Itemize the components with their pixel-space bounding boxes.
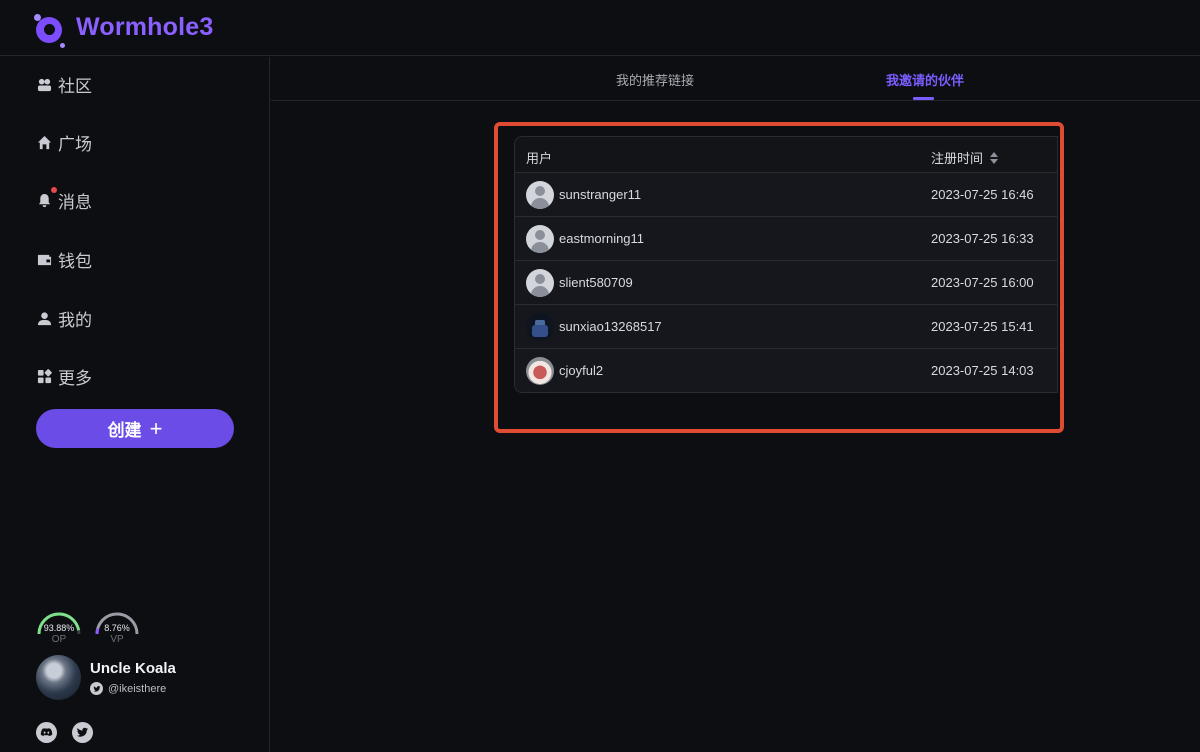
bell-icon [36, 187, 57, 208]
sidebar-item-label: 我的 [58, 310, 92, 330]
profile-handle: @ikeisthere [108, 682, 167, 695]
row-username: eastmorning11 [559, 231, 645, 246]
avatar [526, 181, 554, 209]
row-username: sunstranger11 [559, 187, 642, 202]
column-header-register-time[interactable]: 注册时间 [931, 148, 999, 167]
row-username: cjoyful2 [559, 363, 604, 378]
create-button[interactable]: 创建 + [36, 409, 234, 448]
sidebar-item-community[interactable]: 社区 [36, 69, 92, 99]
row-register-time: 2023-07-25 16:33 [931, 231, 1034, 246]
op-gauge-label: OP [51, 634, 67, 645]
sidebar-item-label: 广场 [58, 134, 92, 154]
discord-icon[interactable] [36, 722, 57, 743]
tab-invited-partners[interactable]: 我邀请的伙伴 [886, 70, 964, 89]
user-icon [36, 310, 52, 326]
table-row[interactable]: slient580709 2023-07-25 16:00 [515, 261, 1057, 305]
app-name: Wormhole3 [76, 13, 214, 41]
community-icon [36, 76, 52, 92]
row-register-time: 2023-07-25 14:03 [931, 363, 1034, 378]
sidebar-item-messages[interactable]: 消息 [36, 185, 92, 215]
table-row[interactable]: sunstranger11 2023-07-25 16:46 [515, 173, 1057, 217]
column-header-register-time-label: 注册时间 [931, 151, 984, 166]
vp-gauge: 8.76% VP [93, 610, 141, 648]
unread-dot [51, 187, 57, 193]
avatar [526, 357, 554, 385]
table-row[interactable]: cjoyful2 2023-07-25 14:03 [515, 349, 1057, 392]
avatar[interactable] [36, 655, 81, 700]
twitter-icon[interactable] [72, 722, 93, 743]
column-header-user: 用户 [526, 151, 553, 166]
sidebar-item-label: 消息 [58, 192, 92, 212]
grid-icon [36, 368, 52, 384]
avatar [526, 313, 554, 341]
row-username: sunxiao13268517 [559, 319, 662, 334]
user-profile[interactable]: Uncle Koala @ikeisthere [36, 655, 176, 700]
app-logo[interactable]: Wormhole3 [34, 11, 214, 48]
vp-gauge-label: VP [110, 634, 124, 645]
sidebar-item-mine[interactable]: 我的 [36, 303, 92, 333]
active-tab-indicator [913, 97, 934, 100]
table-header: 用户 注册时间 [515, 137, 1057, 173]
sort-icon[interactable] [990, 151, 999, 164]
op-gauge-value: 93.88% [43, 623, 75, 633]
table-row[interactable]: sunxiao13268517 2023-07-25 15:41 [515, 305, 1057, 349]
sidebar-item-label: 钱包 [58, 251, 92, 271]
sidebar-item-more[interactable]: 更多 [36, 361, 92, 391]
tab-bar: 我的推荐链接 我邀请的伙伴 [271, 57, 1200, 101]
sidebar-item-label: 更多 [58, 368, 92, 388]
row-register-time: 2023-07-25 16:46 [931, 187, 1034, 202]
plus-icon: + [149, 415, 163, 441]
row-register-time: 2023-07-25 16:00 [931, 275, 1034, 290]
avatar [526, 269, 554, 297]
home-icon [36, 134, 52, 150]
avatar [526, 225, 554, 253]
profile-name: Uncle Koala [90, 660, 176, 677]
op-gauge: 93.88% OP [35, 610, 83, 648]
wormhole-logo-icon [34, 11, 68, 48]
invited-partners-table: 用户 注册时间 sunstranger11 2023-07-25 16:46 e… [514, 136, 1058, 393]
top-header: Wormhole3 [0, 0, 1200, 56]
sidebar: 社区 广场 消息 钱包 我的 更多 创建 + 93.88% OP 8.76% V… [0, 57, 270, 752]
sidebar-item-wallet[interactable]: 钱包 [36, 244, 92, 274]
tab-my-referral-link[interactable]: 我的推荐链接 [616, 70, 694, 89]
row-register-time: 2023-07-25 15:41 [931, 319, 1034, 334]
twitter-icon [90, 682, 103, 695]
row-username: slient580709 [559, 275, 633, 290]
table-row[interactable]: eastmorning11 2023-07-25 16:33 [515, 217, 1057, 261]
create-button-label: 创建 [107, 421, 142, 440]
sidebar-item-square[interactable]: 广场 [36, 127, 92, 157]
sidebar-item-label: 社区 [58, 76, 92, 96]
wallet-icon [36, 251, 52, 267]
vp-gauge-value: 8.76% [104, 623, 130, 633]
